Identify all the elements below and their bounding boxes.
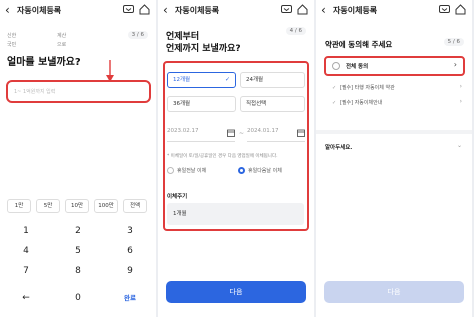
start-date-field[interactable]: 2023.02.17 (167, 128, 235, 142)
home-icon[interactable] (139, 4, 150, 15)
period-option-custom[interactable]: 직접선택 (240, 96, 305, 112)
terms-screen: ‹ 자동이체등록 5 / 6 약관에 동의해 주세요 전체 동의 › ✓ [필수]… (316, 0, 472, 317)
question-title: 얼마를 보낼까요? (7, 57, 81, 68)
question-title: 언제부터 언제까지 보낼까요? (166, 31, 241, 55)
back-icon[interactable]: ‹ (321, 4, 326, 16)
period-screen: ‹ 자동이체등록 4 / 6 언제부터 언제까지 보낼까요? 12개월 ✓ 24개… (158, 0, 314, 317)
notice-title[interactable]: 알아두세요. (325, 143, 352, 151)
back-icon[interactable]: ‹ (163, 4, 168, 16)
radio-holiday-prev[interactable]: 휴일전날 이체 (167, 167, 206, 174)
done-key[interactable]: 완료 (110, 289, 150, 307)
agree-all-button[interactable]: 전체 동의 › (324, 56, 465, 76)
keypad-key[interactable]: 9 (110, 262, 150, 280)
calendar-icon[interactable] (297, 129, 305, 137)
quick-amount-button[interactable]: 1만 (7, 199, 31, 213)
info-label: 국민 (7, 42, 17, 48)
keypad-key[interactable]: 5 (58, 242, 98, 260)
page-title: 자동이체등록 (175, 6, 220, 15)
keypad-key[interactable]: 1 (6, 222, 46, 240)
question-line: 언제부터 (166, 32, 200, 42)
step-indicator: 4 / 6 (285, 27, 306, 35)
back-icon[interactable]: ‹ (5, 4, 10, 16)
radio-label: 휴일다음날 이체 (248, 168, 282, 174)
home-icon[interactable] (455, 4, 466, 15)
next-button-disabled[interactable]: 다음 (324, 281, 464, 303)
agree-all-label: 전체 동의 (346, 64, 369, 70)
keypad-key[interactable]: 3 (110, 222, 150, 240)
home-icon[interactable] (297, 4, 308, 15)
question-title: 약관에 동의해 주세요 (325, 40, 393, 49)
page-title: 자동이체등록 (17, 6, 62, 15)
quick-amount-button[interactable]: 5만 (36, 199, 60, 213)
period-option-24m[interactable]: 24개월 (240, 72, 305, 88)
period-option-36m[interactable]: 36개월 (167, 96, 236, 112)
amount-screen: ‹ 자동이체등록 3 / 6 신한 계산 국민 으로 얼마를 보낼까요? 1만 … (0, 0, 156, 317)
term-label: [필수] 타행 자동이체 약관 (340, 85, 395, 91)
header: ‹ 자동이체등록 (158, 0, 314, 22)
step-indicator: 3 / 6 (127, 31, 148, 39)
quick-amount-button[interactable]: 10만 (65, 199, 89, 213)
keypad-key[interactable]: 4 (6, 242, 46, 260)
radio-holiday-next[interactable]: 휴일다음날 이체 (238, 167, 282, 174)
page-title: 자동이체등록 (333, 6, 378, 15)
step-indicator: 5 / 6 (443, 38, 464, 46)
keypad-key[interactable]: 7 (6, 262, 46, 280)
term-item[interactable]: ✓ [필수] 타행 자동이체 약관 (332, 84, 395, 91)
term-label: [필수] 자동이체안내 (340, 100, 383, 106)
radio-icon (167, 167, 174, 174)
keypad-key[interactable]: 0 (58, 289, 98, 307)
period-option-12m[interactable]: 12개월 ✓ (167, 72, 236, 88)
start-date: 2023.02.17 (167, 128, 199, 134)
cycle-select[interactable]: 1개월 (167, 203, 304, 225)
chevron-right-icon[interactable]: › (460, 98, 462, 105)
keypad-key[interactable]: 2 (58, 222, 98, 240)
check-icon: ✓ (332, 100, 337, 106)
radio-icon (238, 167, 245, 174)
chevron-right-icon[interactable]: › (460, 83, 462, 90)
cycle-label: 이체주기 (167, 194, 188, 200)
info-value: 계산 (57, 33, 67, 39)
info-label: 신한 (7, 33, 17, 39)
amount-field[interactable] (6, 80, 151, 103)
backspace-key[interactable]: ← (6, 289, 46, 307)
header: ‹ 자동이체등록 (0, 0, 156, 22)
check-icon: ✓ (224, 76, 230, 83)
check-icon: ✓ (332, 85, 337, 91)
date-separator: ~ (239, 130, 245, 137)
radio-label: 휴일전날 이체 (177, 168, 207, 174)
end-date: 2024.01.17 (247, 128, 279, 134)
holiday-note: * 이체일이 토/일/공휴일인 경우 다음 영업일에 이체됩니다. (167, 154, 278, 159)
section-divider (316, 130, 472, 134)
keypad-key[interactable]: 8 (58, 262, 98, 280)
chat-icon[interactable] (439, 5, 450, 15)
info-value: 으로 (57, 42, 67, 48)
chat-icon[interactable] (281, 5, 292, 15)
amount-input[interactable] (14, 87, 144, 97)
check-circle-icon (332, 62, 340, 70)
next-button[interactable]: 다음 (166, 281, 306, 303)
header: ‹ 자동이체등록 (316, 0, 472, 22)
chat-icon[interactable] (123, 5, 134, 15)
chevron-right-icon: › (453, 60, 457, 69)
calendar-icon[interactable] (227, 129, 235, 137)
option-label: 12개월 (173, 77, 191, 83)
end-date-field[interactable]: 2024.01.17 (247, 128, 305, 142)
keypad-key[interactable]: 6 (110, 242, 150, 260)
term-item[interactable]: ✓ [필수] 자동이체안내 (332, 99, 382, 106)
quick-amount-button[interactable]: 100만 (94, 199, 118, 213)
quick-amount-button[interactable]: 전액 (123, 199, 147, 213)
chevron-down-icon[interactable]: ⌄ (457, 142, 462, 149)
question-line: 언제까지 보낼까요? (166, 44, 241, 54)
